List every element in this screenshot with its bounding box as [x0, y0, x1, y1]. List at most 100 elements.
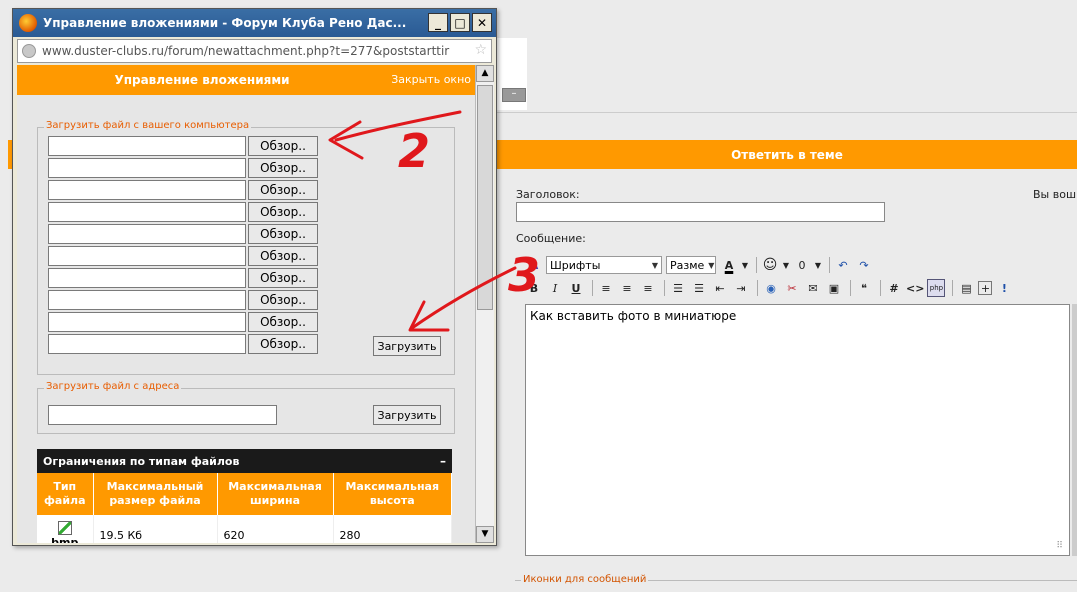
unordered-list-icon[interactable]: ☰ — [690, 279, 708, 297]
annotation-number-3: 3 — [508, 248, 541, 302]
browse-button[interactable]: Обзор.. — [248, 312, 318, 332]
browse-button[interactable]: Обзор.. — [248, 158, 318, 178]
browse-button[interactable]: Обзор.. — [248, 268, 318, 288]
attachment-icon[interactable]: 0 — [793, 256, 811, 274]
file-input[interactable] — [48, 136, 246, 156]
reply-header-title: Ответить в теме — [731, 147, 843, 162]
column-header: Максимальный размер файла — [93, 473, 218, 515]
browse-button[interactable]: Обзор.. — [248, 180, 318, 200]
quote-icon[interactable]: ❝ — [855, 279, 873, 297]
file-input[interactable] — [48, 268, 246, 288]
align-left-icon[interactable]: ≡ — [597, 279, 615, 297]
font-select[interactable]: Шрифты ▼ — [546, 256, 662, 274]
indent-icon[interactable]: ⇥ — [732, 279, 750, 297]
underline-icon[interactable]: U — [567, 279, 585, 297]
upload-url-fieldset: Загрузить файл с адреса Загрузить — [37, 381, 455, 434]
undo-icon[interactable]: ↶ — [834, 256, 852, 274]
browse-button[interactable]: Обзор.. — [248, 246, 318, 266]
message-label: Сообщение: — [516, 232, 586, 245]
resize-grip-icon[interactable]: ⠿ — [1056, 541, 1063, 551]
insert-image-icon[interactable]: ▣ — [825, 279, 843, 297]
browse-button[interactable]: Обзор.. — [248, 290, 318, 310]
file-input[interactable] — [48, 158, 246, 178]
toolbar-separator — [757, 280, 758, 296]
file-input[interactable] — [48, 334, 246, 354]
browse-button[interactable]: Обзор.. — [248, 136, 318, 156]
address-bar[interactable]: www.duster-clubs.ru/forum/newattachment.… — [17, 39, 492, 63]
file-row: Обзор.. — [48, 268, 318, 288]
annotation-number-2: 2 — [398, 124, 431, 178]
url-input[interactable] — [48, 405, 277, 425]
chevron-down-icon[interactable]: ▼ — [741, 256, 749, 274]
upload-url-button[interactable]: Загрузить — [373, 405, 441, 425]
text-color-icon[interactable]: A — [720, 256, 738, 274]
file-type-cell: bmp — [37, 515, 94, 543]
collapse-icon[interactable]: – — [440, 454, 446, 468]
limits-header: Ограничения по типам файлов – — [37, 449, 452, 473]
browse-button[interactable]: Обзор.. — [248, 334, 318, 354]
scroll-thumb[interactable] — [477, 85, 493, 310]
scroll-up-icon[interactable]: ▲ — [476, 65, 494, 82]
expand-icon[interactable]: + — [978, 281, 993, 295]
hash-icon[interactable]: # — [885, 279, 903, 297]
window-controls: _ □ ✕ — [428, 13, 492, 32]
email-link-icon[interactable]: ✉ — [804, 279, 822, 297]
align-right-icon[interactable]: ≡ — [639, 279, 657, 297]
bookmark-star-icon[interactable]: ☆ — [474, 42, 487, 58]
unlink-icon[interactable]: ✂ — [783, 279, 801, 297]
outdent-icon[interactable]: ⇤ — [711, 279, 729, 297]
close-button[interactable]: ✕ — [472, 13, 492, 32]
file-input[interactable] — [48, 246, 246, 266]
toolbar-separator — [592, 280, 593, 296]
max-size-cell: 19.5 Кб — [93, 515, 218, 543]
file-row: Обзор.. — [48, 290, 318, 310]
collapse-button[interactable]: – — [502, 88, 526, 102]
upload-url-legend: Загрузить файл с адреса — [44, 381, 182, 392]
maximize-button[interactable]: □ — [450, 13, 470, 32]
minimize-button[interactable]: _ — [428, 13, 448, 32]
file-input[interactable] — [48, 290, 246, 310]
video-icon[interactable]: ▤ — [957, 279, 975, 297]
file-type: bmp — [51, 536, 79, 543]
upload-local-fieldset: Загрузить файл с вашего компьютера Обзор… — [37, 120, 455, 375]
file-input[interactable] — [48, 312, 246, 332]
toolbar-separator — [756, 257, 757, 273]
window-title: Управление вложениями - Форум Клуба Рено… — [43, 16, 407, 30]
browse-button[interactable]: Обзор.. — [248, 202, 318, 222]
title-input[interactable] — [516, 202, 885, 222]
file-input[interactable] — [48, 224, 246, 244]
ordered-list-icon[interactable]: ☰ — [669, 279, 687, 297]
file-input[interactable] — [48, 202, 246, 222]
firefox-icon — [19, 14, 37, 32]
size-select[interactable]: Разме ▼ — [666, 256, 716, 274]
address-url: www.duster-clubs.ru/forum/newattachment.… — [42, 44, 450, 58]
code-icon[interactable]: <> — [906, 279, 924, 297]
message-icons-section: Иконки для сообщений — [515, 574, 1077, 592]
chevron-down-icon: ▼ — [708, 260, 715, 270]
page-scrollbar[interactable] — [1072, 304, 1077, 556]
toolbar-separator — [952, 280, 954, 296]
smiley-icon[interactable]: ☺ — [761, 256, 779, 274]
size-select-value: Разме — [670, 258, 705, 272]
window-titlebar[interactable]: Управление вложениями - Форум Клуба Рено… — [13, 9, 496, 37]
scroll-down-icon[interactable]: ▼ — [476, 526, 494, 543]
file-row: Обзор.. — [48, 158, 318, 178]
redo-icon[interactable]: ↷ — [855, 256, 873, 274]
browse-button[interactable]: Обзор.. — [248, 224, 318, 244]
upload-local-button[interactable]: Загрузить — [373, 336, 441, 356]
php-icon[interactable]: php — [927, 279, 946, 297]
italic-icon[interactable]: I — [546, 279, 564, 297]
alert-icon[interactable]: ! — [995, 279, 1013, 297]
chevron-down-icon[interactable]: ▼ — [782, 256, 790, 274]
message-editor[interactable]: Как вставить фото в миниатюре ⠿ — [525, 304, 1070, 556]
popup-scrollbar[interactable]: ▲ ▼ — [475, 65, 494, 543]
chevron-down-icon[interactable]: ▼ — [814, 256, 822, 274]
title-label: Заголовок: — [516, 188, 580, 201]
close-window-link[interactable]: Закрыть окно — [391, 73, 471, 86]
table-header-row: Тип файла Максимальный размер файла Макс… — [37, 473, 452, 515]
file-row: Обзор.. — [48, 334, 318, 354]
align-center-icon[interactable]: ≡ — [618, 279, 636, 297]
file-input[interactable] — [48, 180, 246, 200]
link-icon[interactable]: ◉ — [762, 279, 780, 297]
file-row: Обзор.. — [48, 224, 318, 244]
